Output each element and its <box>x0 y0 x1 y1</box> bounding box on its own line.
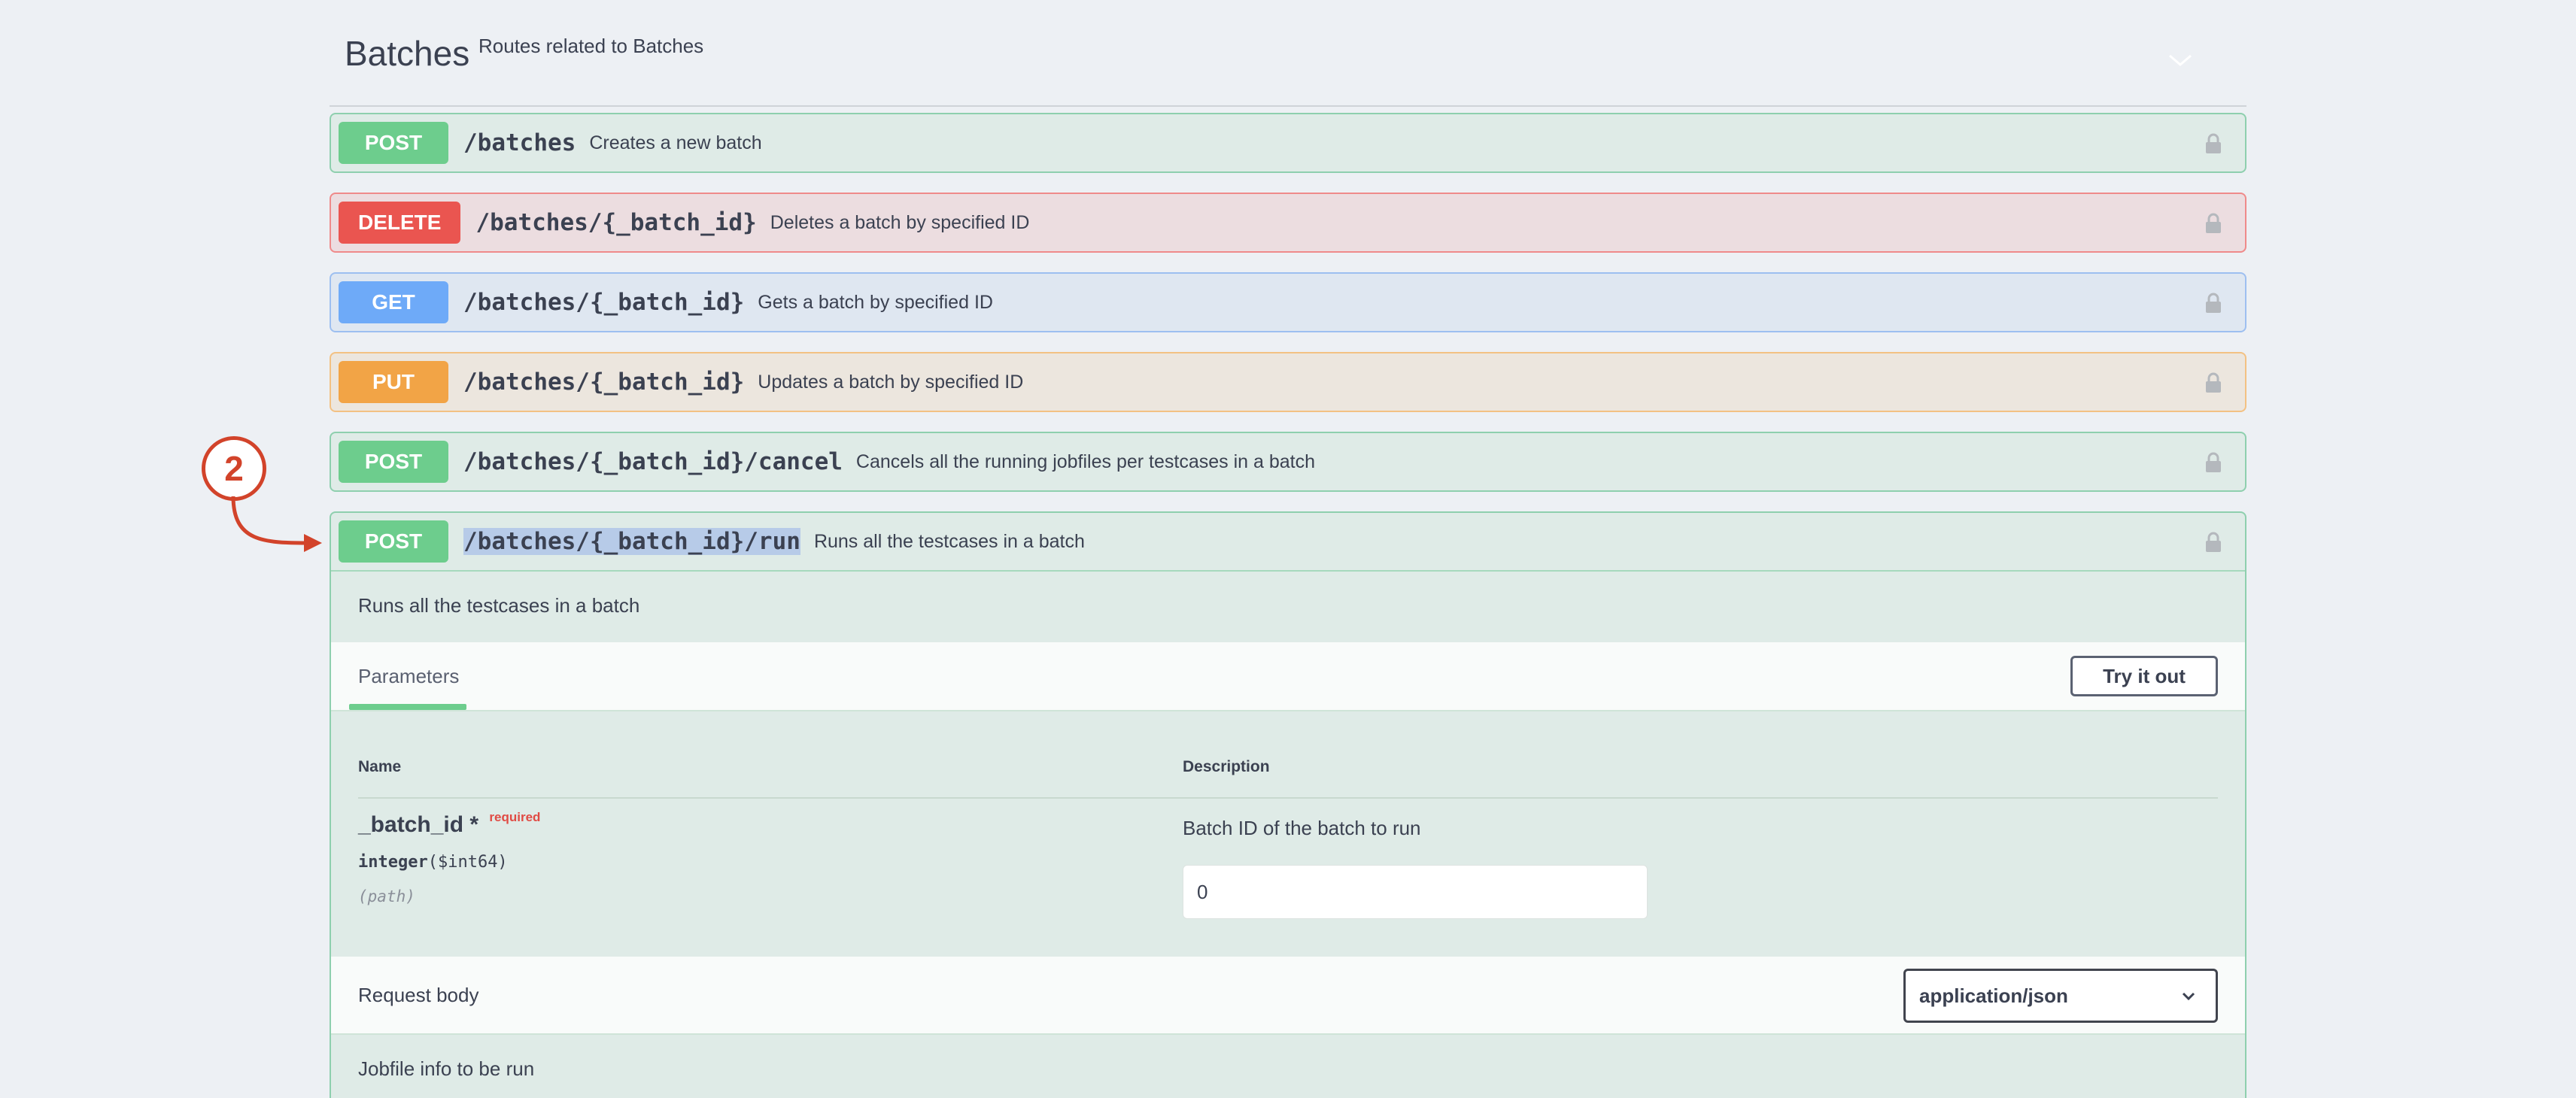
tag-header-batches[interactable]: Batches Routes related to Batches <box>330 0 2246 107</box>
chevron-down-icon <box>2182 992 2195 1001</box>
param-required-label: required <box>489 810 541 824</box>
lock-icon[interactable] <box>2203 372 2224 394</box>
param-type: integer($int64) <box>358 853 508 872</box>
operation-path: /batches <box>463 129 576 156</box>
parameters-section-header: Parameters Try it out <box>331 642 2245 711</box>
operation-path: /batches/{_batch_id}/run <box>463 528 800 555</box>
method-badge: POST <box>339 122 448 164</box>
operation-summary-text: Updates a batch by specified ID <box>758 371 1024 393</box>
operation-put-batch: PUT /batches/{_batch_id} Updates a batch… <box>330 352 2246 412</box>
operation-post-batches: POST /batches Creates a new batch <box>330 113 2246 173</box>
operation-path: /batches/{_batch_id} <box>475 209 757 236</box>
batch-id-input[interactable] <box>1183 865 1648 919</box>
parameters-table: Name Description _batch_id * required in… <box>331 711 2245 957</box>
column-header-name: Name <box>358 758 402 775</box>
try-it-out-button[interactable]: Try it out <box>2070 656 2218 696</box>
content-type-select[interactable]: application/json <box>1903 969 2218 1023</box>
method-badge: DELETE <box>339 202 461 244</box>
request-body-header: Request body application/json <box>331 957 2245 1035</box>
param-description: Batch ID of the batch to run <box>1183 817 1421 839</box>
method-badge: POST <box>339 441 448 483</box>
param-name-text: _batch_id <box>358 812 464 837</box>
lock-icon[interactable] <box>2203 132 2224 155</box>
operation-summary[interactable]: POST /batches/{_batch_id}/run Runs all t… <box>331 513 2245 570</box>
param-location: (path) <box>358 887 415 905</box>
annotation-marker: 2 <box>202 436 266 501</box>
annotation-arrow-icon <box>231 496 322 552</box>
chevron-down-icon[interactable] <box>2165 45 2195 75</box>
column-header-description: Description <box>1183 758 1270 775</box>
param-required-star: * <box>469 812 479 837</box>
request-body-content: Jobfile info to be run <box>331 1035 2245 1098</box>
request-body-title: Request body <box>358 984 479 1006</box>
operation-get-batch: GET /batches/{_batch_id} Gets a batch by… <box>330 272 2246 332</box>
operation-post-cancel: POST /batches/{_batch_id}/cancel Cancels… <box>330 432 2246 492</box>
operation-delete-batch: DELETE /batches/{_batch_id} Deletes a ba… <box>330 193 2246 253</box>
tab-active-underline <box>349 704 466 710</box>
operation-summary-text: Creates a new batch <box>589 132 762 153</box>
operation-summary[interactable]: GET /batches/{_batch_id} Gets a batch by… <box>331 274 2245 331</box>
operation-path: /batches/{_batch_id} <box>463 289 745 316</box>
operation-summary-text: Gets a batch by specified ID <box>758 291 993 313</box>
param-format: ($int64) <box>427 853 508 872</box>
method-badge: GET <box>339 281 448 323</box>
param-type-text: integer <box>358 853 428 872</box>
tab-parameters[interactable]: Parameters <box>358 665 459 688</box>
operation-summary[interactable]: DELETE /batches/{_batch_id} Deletes a ba… <box>331 194 2245 251</box>
lock-icon[interactable] <box>2203 212 2224 235</box>
lock-icon[interactable] <box>2203 451 2224 474</box>
operation-summary-text: Cancels all the running jobfiles per tes… <box>855 450 1315 472</box>
operation-summary-text: Deletes a batch by specified ID <box>770 211 1030 233</box>
table-divider <box>358 797 2218 799</box>
operation-summary[interactable]: PUT /batches/{_batch_id} Updates a batch… <box>331 353 2245 411</box>
operation-summary[interactable]: POST /batches/{_batch_id}/cancel Cancels… <box>331 433 2245 490</box>
request-body-description: Jobfile info to be run <box>358 1057 535 1080</box>
operation-description: Runs all the testcases in a batch <box>331 570 2245 642</box>
operation-path: /batches/{_batch_id}/cancel <box>463 448 843 475</box>
method-badge: PUT <box>339 361 448 403</box>
operation-summary[interactable]: POST /batches Creates a new batch <box>331 114 2245 171</box>
operation-path: /batches/{_batch_id} <box>463 369 745 396</box>
tag-description: Routes related to Batches <box>478 35 704 57</box>
content-type-value: application/json <box>1919 984 2068 1007</box>
method-badge: POST <box>339 520 448 563</box>
tag-title: Batches <box>345 34 470 73</box>
operation-post-run-expanded: POST /batches/{_batch_id}/run Runs all t… <box>330 511 2246 1098</box>
lock-icon[interactable] <box>2203 292 2224 314</box>
param-name: _batch_id * required <box>358 810 541 838</box>
lock-icon[interactable] <box>2203 531 2224 554</box>
operation-summary-text: Runs all the testcases in a batch <box>813 530 1085 552</box>
